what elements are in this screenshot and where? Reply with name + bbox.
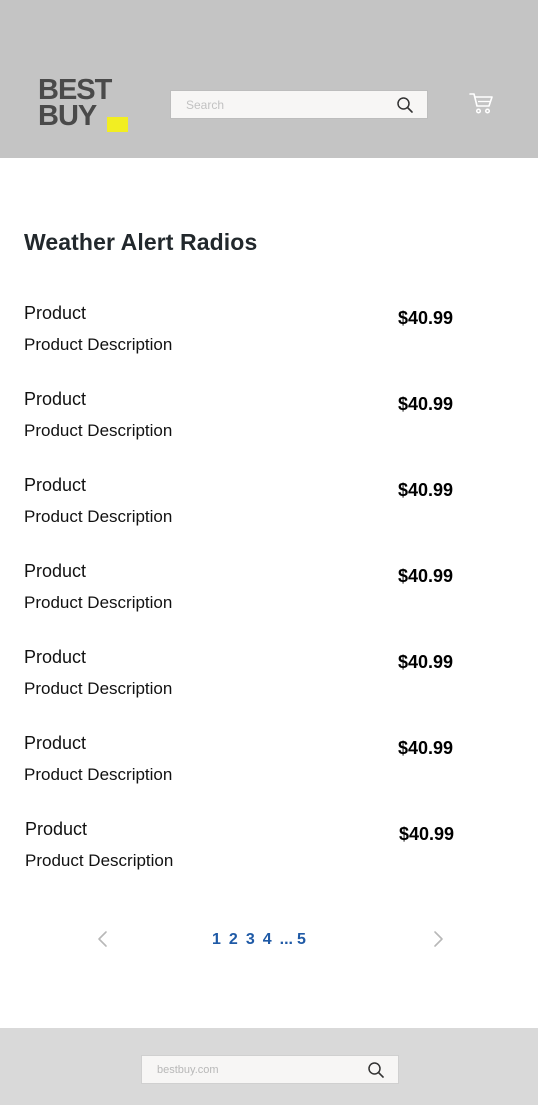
product-price: $40.99 [397, 652, 453, 672]
best-buy-logo[interactable]: BEST BUY [38, 76, 130, 135]
product-row[interactable]: Product Product Description $40.99 [1, 819, 538, 889]
product-description: Product Description [24, 679, 173, 698]
search-input[interactable] [171, 91, 396, 118]
product-row[interactable]: Product Product Description $40.99 [0, 647, 538, 717]
chevron-right-icon[interactable] [431, 929, 445, 949]
footer-url-text: bestbuy.com [157, 1064, 219, 1076]
search-icon[interactable] [367, 1061, 385, 1079]
product-row[interactable]: Product Product Description $40.99 [0, 303, 538, 373]
product-row[interactable]: Product Product Description $40.99 [0, 561, 538, 631]
page-link-1[interactable]: 1 [212, 931, 221, 949]
product-price: $40.99 [397, 566, 453, 586]
product-name: Product [25, 819, 88, 839]
page-link-4[interactable]: 4 [263, 931, 272, 949]
product-name: Product [24, 733, 87, 753]
product-description: Product Description [24, 335, 173, 354]
product-description: Product Description [24, 507, 173, 526]
product-price: $40.99 [398, 824, 454, 844]
product-description: Product Description [24, 593, 173, 612]
cart-icon[interactable] [468, 90, 494, 116]
page-title: Weather Alert Radios [24, 229, 258, 255]
product-name: Product [24, 303, 87, 323]
product-description: Product Description [24, 765, 173, 784]
pagination: 1 2 3 4... 5 [0, 925, 538, 955]
header: BEST BUY [0, 0, 538, 158]
logo-line-2: BUY [38, 100, 97, 132]
product-name: Product [24, 475, 87, 495]
product-description: Product Description [25, 851, 174, 870]
page-numbers: 1 2 3 4... 5 [212, 931, 314, 949]
page-ellipsis: ... [279, 931, 293, 948]
chevron-left-icon[interactable] [96, 929, 110, 949]
search-bar [170, 90, 428, 119]
product-name: Product [24, 389, 87, 409]
page-link-3[interactable]: 3 [246, 931, 255, 949]
product-row[interactable]: Product Product Description $40.99 [0, 389, 538, 459]
page-link-2[interactable]: 2 [229, 931, 238, 949]
product-row[interactable]: Product Product Description $40.99 [0, 733, 538, 803]
product-price: $40.99 [397, 738, 453, 758]
product-price: $40.99 [397, 480, 453, 500]
product-price: $40.99 [397, 394, 453, 414]
product-price: $40.99 [397, 308, 453, 328]
product-name: Product [24, 561, 87, 581]
footer: bestbuy.com [0, 1028, 538, 1105]
page-link-last[interactable]: 5 [297, 931, 306, 949]
logo-tag [107, 117, 128, 132]
product-description: Product Description [24, 421, 173, 440]
product-name: Product [24, 647, 87, 667]
search-icon[interactable] [396, 96, 414, 114]
footer-address-bar[interactable]: bestbuy.com [141, 1055, 399, 1084]
product-row[interactable]: Product Product Description $40.99 [0, 475, 538, 545]
